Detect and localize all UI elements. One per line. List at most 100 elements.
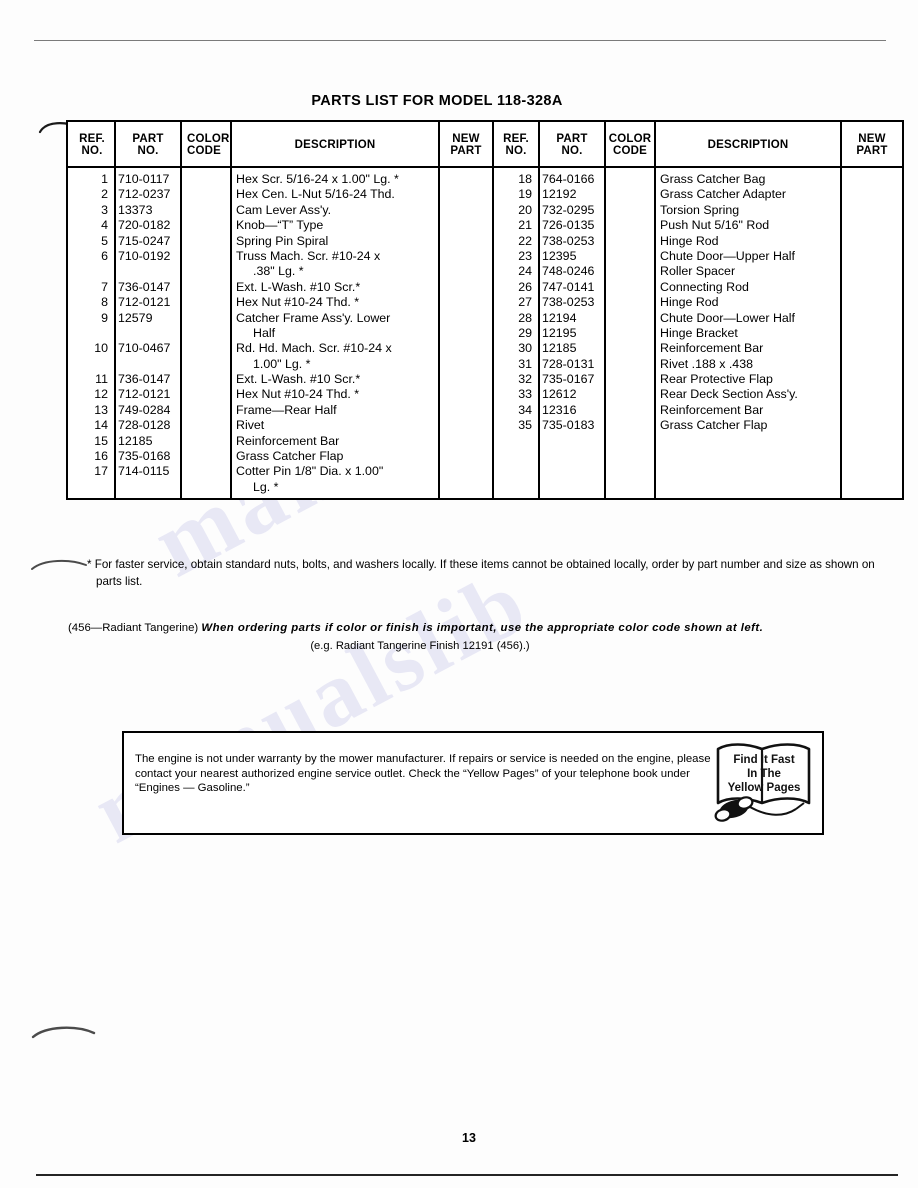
table-cell: Ext. L-Wash. #10 Scr.*	[236, 279, 361, 294]
table-cell: 9	[101, 310, 108, 325]
header-line: DESCRIPTION	[707, 138, 789, 151]
header-line: NO.	[81, 145, 103, 157]
table-cell: 35	[518, 418, 532, 433]
table-cell: 710-0467	[118, 341, 171, 356]
table-cell: Knob—“T” Type	[236, 218, 324, 233]
table-cell: 12192	[542, 187, 577, 202]
table-cell: 735-0167	[542, 372, 595, 387]
table-cell: Reinforcement Bar	[236, 433, 340, 448]
table-cell: 715-0247	[118, 233, 171, 248]
yellow-pages-line-3: Yellow Pages	[728, 782, 801, 794]
header-description-right: DESCRIPTION	[656, 124, 840, 166]
yellow-pages-book-icon: Find It Fast In The Yellow Pages	[712, 739, 816, 827]
document-page: manualslib.com manualslib PARTS LIST FOR…	[0, 0, 918, 1188]
table-cell: 714-0115	[118, 464, 170, 479]
table-cell: 12579	[118, 310, 153, 325]
header-part-no-right: PART NO.	[540, 124, 604, 166]
table-cell: 12185	[118, 433, 153, 448]
table-cell: Hinge Rod	[660, 295, 719, 310]
footnote-color-code-lead: (456—Radiant Tangerine)	[68, 622, 199, 634]
table-cell: 710-0192	[118, 248, 171, 263]
column-part-no-left-body: 710-0117 712-0237 13373 720-0182 715-0247 710…	[118, 168, 228, 495]
table-cell: 22	[518, 233, 532, 248]
table-cell: Rear Deck Section Ass'y.	[660, 387, 798, 402]
table-cell: 735-0183	[542, 418, 595, 433]
table-cell: Ext. L-Wash. #10 Scr.*	[236, 372, 361, 387]
header-line: REF.	[503, 132, 529, 145]
engine-warranty-box: The engine is not under warranty by the …	[122, 731, 824, 835]
table-cell: 764-0166	[542, 172, 595, 186]
table-cell: Hinge Bracket	[660, 325, 738, 340]
header-line: CODE	[612, 145, 648, 157]
table-cell: 728-0128	[118, 418, 171, 433]
table-cell: Reinforcement Bar	[660, 402, 764, 417]
table-cell: Chute Door—Lower Half	[660, 310, 795, 325]
column-ref-no-right-body: 18 19 20 21 22 23 24 26 27 28 29 30 31 32 33 34 35	[494, 168, 532, 434]
table-cell: 10	[94, 341, 108, 356]
table-cell: Push Nut 5/16" Rod	[660, 218, 770, 233]
table-cell: 736-0147	[118, 372, 171, 387]
column-part-no-right-body: 764-0166 12192 732-0295 726-0135 738-0253 123…	[542, 168, 652, 434]
header-line: CODE	[187, 145, 222, 157]
table-cell: 712-0237	[118, 187, 171, 202]
table-cell: 13373	[118, 202, 153, 217]
table-cell: Grass Catcher Flap	[660, 418, 768, 433]
table-cell: Hinge Rod	[660, 233, 719, 248]
table-cell: 12395	[542, 248, 577, 263]
table-cell: Torsion Spring	[660, 202, 740, 217]
table-cell: 23	[518, 248, 532, 263]
table-cell: Rivet	[236, 418, 265, 433]
table-cell: Connecting Rod	[660, 279, 749, 294]
table-cell: 29	[518, 325, 532, 340]
column-divider	[538, 122, 540, 498]
table-cell: 18	[518, 172, 532, 186]
table-cell: 26	[518, 279, 532, 294]
table-cell	[118, 357, 228, 372]
parts-table: REF. NO. PART NO. COLOR CODE DESCRIPTION	[66, 120, 904, 500]
table-cell: 32	[518, 372, 532, 387]
yellow-pages-line-2: In The	[747, 768, 781, 780]
column-divider	[114, 122, 116, 498]
table-cell: 748-0246	[542, 264, 595, 279]
header-color-code-right: COLOR CODE	[606, 124, 654, 166]
table-cell: 30	[518, 341, 532, 356]
page-title: PARTS LIST FOR MODEL 118-328A	[311, 93, 563, 109]
table-cell: 28	[518, 310, 532, 325]
table-cell	[118, 326, 228, 341]
page-top-rule	[34, 40, 886, 41]
table-cell: 710-0117	[118, 172, 170, 186]
table-cell: 3	[101, 202, 108, 217]
header-part-no-left: PART NO.	[116, 124, 180, 166]
yellow-pages-line-1: Find It Fast	[733, 754, 795, 766]
header-new-part-left: NEW PART	[440, 124, 492, 166]
header-line: DESCRIPTION	[294, 138, 376, 151]
table-cell: 5	[101, 233, 108, 248]
table-cell	[70, 357, 108, 372]
footnote-color-code: (456—Radiant Tangerine) When ordering pa…	[68, 620, 888, 637]
table-cell: 2	[101, 187, 108, 202]
footnote-color-code-example: (e.g. Radiant Tangerine Finish 12191 (45…	[310, 640, 530, 652]
table-cell: Rd. Hd. Mach. Scr. #10-24 x	[236, 341, 392, 356]
footnote-asterisk: * For faster service, obtain standard nu…	[87, 558, 875, 588]
table-cell	[70, 264, 108, 279]
column-divider	[230, 122, 232, 498]
column-ref-no-left-body: 123456 789 10 11 12 13 14 15 16 17	[70, 168, 108, 495]
table-cell: Hex Scr. 5/16-24 x 1.00" Lg. *	[236, 172, 399, 186]
table-cell: 11	[95, 372, 108, 387]
table-cell: 7	[101, 279, 108, 294]
table-cell: 20	[518, 202, 532, 217]
table-cell: 712-0121	[118, 295, 171, 310]
column-divider	[654, 122, 656, 498]
table-cell: Chute Door—Upper Half	[660, 248, 795, 263]
table-cell: Grass Catcher Adapter	[660, 187, 787, 202]
table-cell: 728-0131	[542, 356, 595, 371]
table-cell: 12194	[542, 310, 577, 325]
table-cell: Cam Lever Ass'y.	[236, 202, 332, 217]
table-cell: Reinforcement Bar	[660, 341, 764, 356]
table-cell: 4	[101, 218, 108, 233]
table-cell: 726-0135	[542, 218, 595, 233]
table-cell: 15	[94, 433, 108, 448]
table-cell: 12316	[542, 402, 577, 417]
table-cell: 21	[518, 218, 532, 233]
header-ref-no-right: REF. NO.	[494, 124, 538, 166]
